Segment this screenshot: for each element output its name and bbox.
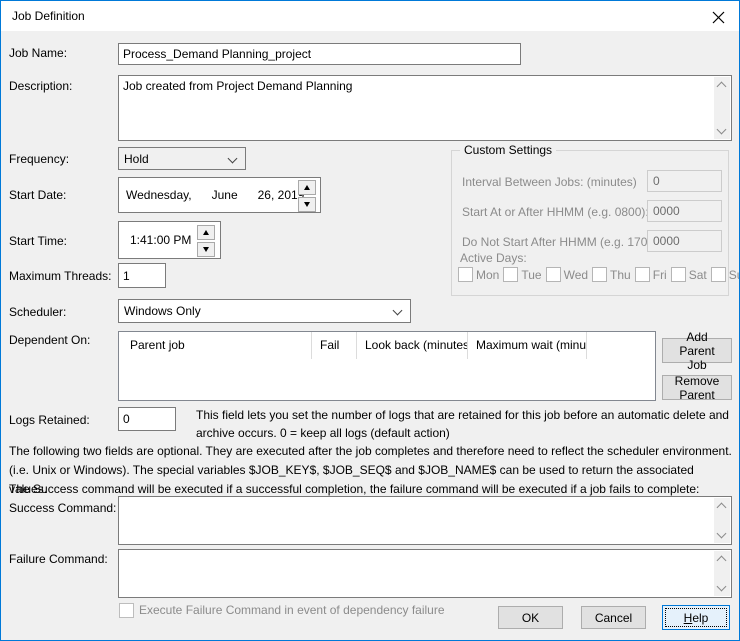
start-date-label: Start Date: — [9, 188, 67, 202]
start-date-input[interactable]: Wednesday, June 26, 2019 — [118, 177, 321, 213]
day-checkbox-sat: Sat — [670, 267, 707, 282]
day-label: Fri — [652, 267, 667, 282]
active-days-label: Active Days: — [460, 251, 527, 265]
scheduler-label: Scheduler: — [9, 305, 67, 319]
window-title: Job Definition — [12, 9, 85, 23]
day-checkbox-wed: Wed — [545, 267, 589, 282]
day-label: Sun — [728, 267, 739, 282]
job-name-label: Job Name: — [9, 46, 68, 60]
checkbox-icon — [119, 603, 134, 618]
spin-down-icon[interactable] — [197, 242, 215, 257]
day-checkbox-thu: Thu — [592, 267, 631, 282]
checkbox-icon — [458, 267, 473, 282]
column-header: Maximum wait (minutes) — [468, 332, 587, 359]
frequency-label: Frequency: — [9, 152, 70, 166]
help-button[interactable]: Help — [662, 605, 730, 630]
column-header: Look back (minutes) — [357, 332, 468, 359]
scroll-down-icon[interactable] — [716, 124, 727, 135]
interval-input: 0 — [647, 170, 722, 192]
dependent-table-header: Parent job Fail Look back (minutes) Maximum… — [119, 332, 655, 359]
active-days-row: Mon Tue Wed Thu Fri Sat Sun — [458, 267, 739, 282]
checkbox-icon — [670, 267, 686, 282]
logs-retained-help: This field lets you set the number of lo… — [196, 408, 729, 440]
logs-retained-label: Logs Retained: — [9, 413, 90, 427]
chevron-down-icon — [227, 153, 238, 164]
execute-failure-checkbox-label: Execute Failure Command in event of depe… — [139, 603, 445, 617]
day-label: Wed — [563, 267, 589, 282]
checkbox-icon — [503, 267, 519, 282]
max-threads-input[interactable]: 1 — [118, 263, 166, 288]
success-command-label: Success Command: — [9, 501, 117, 515]
start-time-spinner[interactable] — [197, 225, 215, 259]
title-bar: Job Definition — [1, 1, 739, 31]
day-checkbox-mon: Mon — [458, 267, 499, 282]
day-label: Thu — [610, 267, 631, 282]
day-label: Tue — [521, 267, 542, 282]
day-checkbox-tue: Tue — [503, 267, 542, 282]
interval-label: Interval Between Jobs: (minutes) — [462, 175, 637, 189]
job-name-input[interactable]: Process_Demand Planning_project — [118, 43, 521, 65]
custom-settings-title: Custom Settings — [460, 143, 557, 157]
day-checkbox-sun: Sun — [710, 267, 739, 282]
start-time-label: Start Time: — [9, 234, 68, 248]
do-not-start-label: Do Not Start After HHMM (e.g. 1700): — [462, 235, 662, 249]
close-icon[interactable] — [707, 8, 729, 26]
day-label: Mon — [476, 267, 500, 282]
spin-down-icon[interactable] — [298, 197, 316, 212]
description-input[interactable]: Job created from Project Demand Planning — [118, 75, 732, 141]
failure-command-input[interactable] — [118, 549, 732, 598]
failure-command-scrollbar[interactable] — [714, 551, 730, 596]
start-at-label: Start At or After HHMM (e.g. 0800): — [462, 205, 649, 219]
spin-up-icon[interactable] — [298, 180, 316, 195]
failure-command-label: Failure Command: — [9, 552, 108, 566]
checkbox-icon — [545, 267, 561, 282]
frequency-dropdown[interactable]: Hold — [118, 147, 246, 170]
checkbox-icon — [592, 267, 608, 282]
start-time-input[interactable]: 1:41:00 PM — [118, 221, 221, 259]
description-scrollbar[interactable] — [714, 77, 730, 139]
start-at-input: 0000 — [647, 200, 722, 222]
max-threads-label: Maximum Threads: — [9, 269, 112, 283]
execute-failure-checkbox-row: Execute Failure Command in event of depe… — [119, 603, 445, 618]
scroll-up-icon[interactable] — [716, 81, 727, 92]
day-checkbox-fri: Fri — [634, 267, 667, 282]
start-date-spinner[interactable] — [298, 180, 316, 214]
scroll-down-icon[interactable] — [716, 581, 727, 592]
add-parent-job-button[interactable]: Add Parent Job — [662, 330, 732, 372]
ok-button[interactable]: OK — [498, 606, 563, 629]
column-header: Parent job — [119, 332, 312, 359]
spin-up-icon[interactable] — [197, 225, 215, 240]
success-command-input[interactable] — [118, 496, 732, 545]
day-label: Sat — [688, 267, 707, 282]
dependent-on-label: Dependent On: — [9, 333, 91, 347]
scroll-down-icon[interactable] — [716, 528, 727, 539]
job-definition-dialog: Job Definition Job Name: Process_Demand … — [0, 0, 740, 641]
checkbox-icon — [634, 267, 650, 282]
scroll-up-icon[interactable] — [716, 555, 727, 566]
do-not-start-input: 0000 — [647, 230, 722, 252]
remove-parent-button[interactable]: Remove Parent — [662, 374, 732, 402]
dependent-jobs-table[interactable]: Parent job Fail Look back (minutes) Maximum… — [118, 331, 656, 401]
custom-settings-group: Custom Settings Interval Between Jobs: (… — [451, 143, 739, 296]
column-header: Fail — [312, 332, 357, 359]
description-label: Description: — [9, 79, 73, 93]
chevron-down-icon — [392, 305, 403, 316]
scheduler-dropdown[interactable]: Windows Only — [118, 299, 411, 323]
success-command-scrollbar[interactable] — [714, 498, 730, 543]
logs-retained-input[interactable]: 0 — [118, 407, 176, 431]
checkbox-icon — [710, 267, 726, 282]
scroll-up-icon[interactable] — [716, 502, 727, 513]
cancel-button[interactable]: Cancel — [581, 606, 646, 629]
